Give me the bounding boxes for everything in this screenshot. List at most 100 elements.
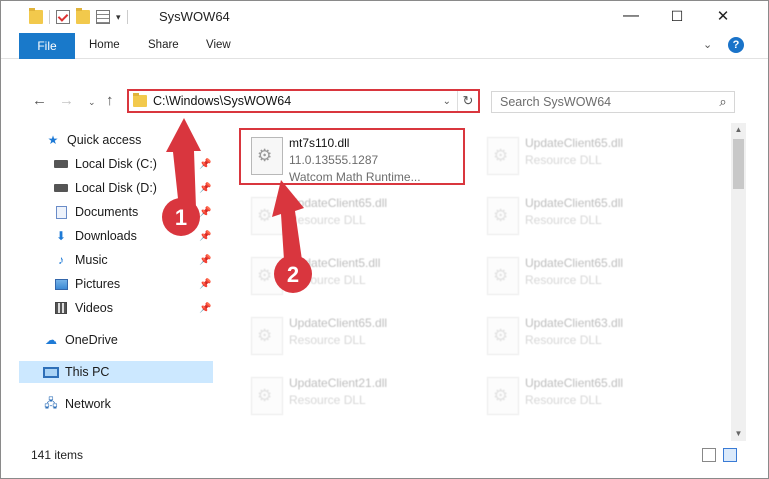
tab-view[interactable]: View [206,39,231,51]
tab-home[interactable]: Home [89,39,120,51]
file-item[interactable]: UpdateClient65.dll Resource DLL [241,309,465,365]
star-icon: ★ [47,133,59,147]
file-item[interactable]: UpdateClient65.dll Resource DLL [477,249,701,305]
new-folder-icon[interactable] [76,8,90,24]
sidebar-item-pictures[interactable]: Pictures 📌 [53,273,213,295]
music-icon: ♪ [58,253,64,267]
maximize-button[interactable]: ☐ [654,1,700,31]
minimize-button[interactable]: — [608,1,654,31]
file-type: Resource DLL [289,213,366,227]
vertical-scrollbar[interactable]: ▲ ▼ [731,123,746,441]
address-bar[interactable]: C:\Windows\SysWOW64 ⌄ ↻ [127,89,480,113]
file-type: Resource DLL [525,153,602,167]
address-dropdown-icon[interactable]: ⌄ [443,96,451,107]
search-icon[interactable]: ⌕ [712,94,734,110]
sidebar-item-this-pc[interactable]: This PC [19,361,213,383]
address-path[interactable]: C:\Windows\SysWOW64 [153,94,443,108]
dll-file-icon [251,197,283,235]
pictures-icon [53,277,69,291]
details-view-icon[interactable] [702,448,716,462]
documents-icon [53,205,69,219]
file-name: UpdateClient21.dll [289,376,388,390]
pin-icon[interactable]: 📌 [199,159,211,170]
pin-icon[interactable]: 📌 [199,207,211,218]
computer-icon [43,365,59,379]
file-name: UpdateClient63.dll [525,316,624,330]
dll-file-icon [487,197,519,235]
file-name: UpdateClient65.dll [289,316,388,330]
status-item-count: 141 items [31,448,84,462]
tab-file[interactable]: File [19,33,75,59]
file-name: UpdateClient65.dll [525,136,624,150]
file-name: UpdateClient5.dll [289,256,381,270]
sidebar-item-local-disk-d[interactable]: Local Disk (D:) 📌 [53,177,213,199]
folder-icon[interactable] [29,8,43,24]
forward-arrow-icon[interactable]: → [59,92,74,109]
file-name: UpdateClient65.dll [525,256,624,270]
file-type: Resource DLL [289,333,366,347]
search-placeholder[interactable]: Search SysWOW64 [500,95,712,109]
customize-toolbar-dropdown-icon[interactable]: ▾ [116,12,121,23]
sidebar-item-music[interactable]: ♪ Music 📌 [53,249,213,271]
download-icon: ⬇ [55,229,67,243]
search-input[interactable]: Search SysWOW64 ⌕ [491,91,735,113]
dll-file-icon [487,137,519,175]
sidebar-item-quick-access[interactable]: ★ Quick access [45,129,239,151]
pin-icon[interactable]: 📌 [199,279,211,290]
sidebar-item-network[interactable]: 🖧 Network [43,393,213,415]
dll-file-icon [487,377,519,415]
file-highlight-box [239,128,465,185]
file-item[interactable]: UpdateClient65.dll Resource DLL [241,189,465,245]
navigation-pane: ★ Quick access Local Disk (C:) 📌 Local D… [19,123,213,439]
navigation-bar: ← → ⌄ ↑ C:\Windows\SysWOW64 ⌄ ↻ Search S… [1,88,768,118]
file-name: UpdateClient65.dll [525,376,624,390]
file-type: Resource DLL [525,333,602,347]
sidebar-item-label: Local Disk (D:) [75,181,157,195]
tiles-view-icon[interactable] [723,448,737,462]
sidebar-item-label: Videos [75,301,113,315]
sidebar-item-label: OneDrive [65,333,118,347]
expand-ribbon-chevron-icon[interactable]: ⌄ [703,38,712,51]
ribbon-tabs: File Home Share View ⌄ ? [1,33,768,59]
network-icon: 🖧 [44,395,58,410]
sidebar-item-label: Local Disk (C:) [75,157,157,171]
refresh-icon[interactable]: ↻ [458,93,478,109]
sidebar-item-label: Downloads [75,229,137,243]
scroll-up-arrow-icon[interactable]: ▲ [731,123,746,137]
scroll-down-arrow-icon[interactable]: ▼ [731,427,746,441]
pin-icon[interactable]: 📌 [199,231,211,242]
dll-file-icon [251,377,283,415]
sidebar-item-downloads[interactable]: ⬇ Downloads 📌 [53,225,213,247]
pin-icon[interactable]: 📌 [199,303,211,314]
file-item[interactable]: UpdateClient63.dll Resource DLL [477,309,701,365]
sidebar-item-local-disk-c[interactable]: Local Disk (C:) 📌 [53,153,213,175]
sidebar-item-label: Pictures [75,277,121,291]
sidebar-item-onedrive[interactable]: ☁ OneDrive [43,329,213,351]
file-item[interactable]: UpdateClient21.dll Resource DLL [241,369,465,425]
window-title: SysWOW64 [159,9,230,24]
properties-check-icon[interactable] [56,10,70,24]
file-item[interactable]: UpdateClient65.dll Resource DLL [477,189,701,245]
file-item[interactable]: UpdateClient65.dll Resource DLL [477,129,701,185]
pin-icon[interactable]: 📌 [199,183,211,194]
videos-icon [53,301,69,315]
sidebar-item-label: Music [75,253,108,267]
properties-icon[interactable] [96,10,110,24]
sidebar-item-label: This PC [65,365,110,379]
sidebar-item-label: Documents [75,205,139,219]
recent-locations-chevron-icon[interactable]: ⌄ [88,97,96,108]
toolbar-divider [49,10,50,24]
close-button[interactable]: ✕ [700,1,746,31]
scrollbar-thumb[interactable] [733,139,744,189]
up-arrow-icon[interactable]: ↑ [106,92,114,109]
file-item[interactable]: UpdateClient5.dll Resource DLL [241,249,465,305]
help-icon[interactable]: ? [728,37,744,53]
back-arrow-icon[interactable]: ← [32,92,47,109]
sidebar-item-documents[interactable]: Documents 📌 [53,201,213,223]
title-bar: ▾ SysWOW64 — ☐ ✕ [1,1,768,33]
file-name: UpdateClient65.dll [525,196,624,210]
pin-icon[interactable]: 📌 [199,255,211,266]
tab-share[interactable]: Share [148,39,179,51]
file-item[interactable]: UpdateClient65.dll Resource DLL [477,369,701,425]
sidebar-item-videos[interactable]: Videos 📌 [53,297,213,319]
